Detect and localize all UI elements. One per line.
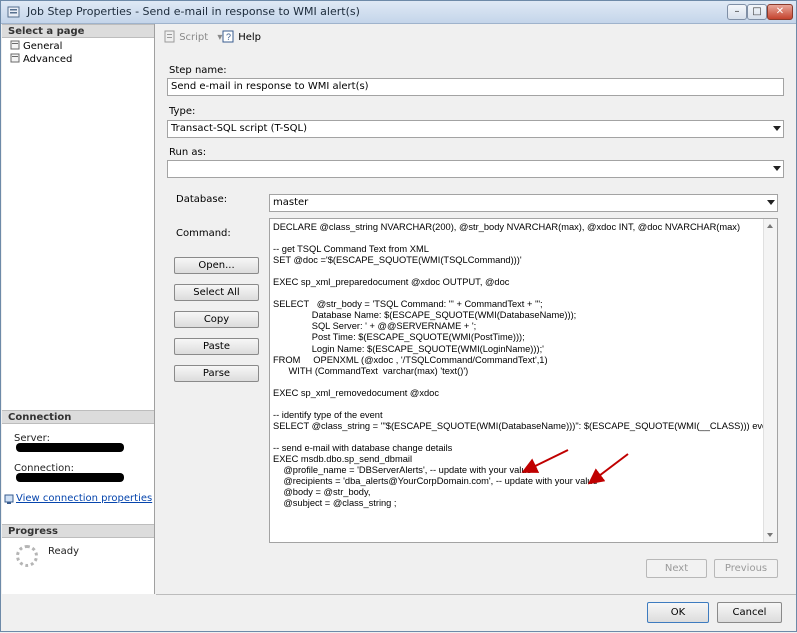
type-label: Type: — [169, 106, 196, 117]
scroll-up-icon[interactable] — [767, 224, 773, 228]
title-bar: Job Step Properties - Send e-mail in res… — [1, 1, 796, 24]
page-general-label: General — [23, 41, 63, 52]
progress-header: Progress — [2, 524, 154, 538]
type-select[interactable]: Transact-SQL script (T-SQL) — [167, 120, 784, 138]
page-advanced-label: Advanced — [23, 54, 73, 65]
database-select[interactable]: master — [269, 194, 778, 212]
progress-spinner-icon — [16, 545, 38, 567]
view-connection-properties-link[interactable]: View connection properties — [16, 493, 152, 504]
command-text[interactable]: DECLARE @class_string NVARCHAR(200), @st… — [270, 219, 777, 509]
paste-button[interactable]: Paste — [174, 338, 259, 355]
connection-value-redacted — [16, 473, 124, 482]
page-advanced[interactable]: Advanced — [10, 53, 72, 66]
maximize-button[interactable]: □ — [747, 4, 767, 20]
help-button[interactable]: ? Help — [222, 30, 261, 43]
close-button[interactable]: ✕ — [767, 4, 793, 20]
progress-status: Ready — [48, 546, 80, 557]
copy-button[interactable]: Copy — [174, 311, 259, 328]
step-name-input[interactable]: Send e-mail in response to WMI alert(s) — [167, 78, 784, 96]
chevron-down-icon — [773, 166, 781, 171]
database-select-value: master — [273, 197, 309, 208]
chevron-down-icon — [773, 126, 781, 131]
page-icon — [10, 53, 20, 63]
command-label: Command: — [176, 228, 231, 239]
help-icon: ? — [222, 30, 234, 43]
minimize-button[interactable]: – — [727, 4, 747, 20]
run-as-select[interactable] — [167, 160, 784, 178]
left-pane: Select a page General Advanced Connectio… — [2, 24, 155, 594]
svg-text:?: ? — [226, 32, 231, 42]
help-label: Help — [238, 32, 261, 43]
toolbar: Script ▾ ? Help — [155, 24, 796, 50]
chevron-down-icon — [767, 200, 775, 205]
previous-button[interactable]: Previous — [714, 559, 778, 578]
command-scrollbar[interactable] — [763, 219, 777, 542]
select-page-header: Select a page — [2, 24, 154, 38]
ok-button[interactable]: OK — [647, 602, 709, 623]
page-icon — [10, 40, 20, 50]
connection-properties-icon — [4, 494, 14, 504]
parse-button[interactable]: Parse — [174, 365, 259, 382]
select-all-button[interactable]: Select All — [174, 284, 259, 301]
scroll-down-icon[interactable] — [767, 533, 773, 537]
job-step-properties-window: Job Step Properties - Send e-mail in res… — [0, 0, 797, 632]
script-button[interactable]: Script ▾ — [163, 30, 222, 43]
job-step-icon — [7, 6, 20, 18]
page-general[interactable]: General — [10, 40, 62, 53]
window-title: Job Step Properties - Send e-mail in res… — [27, 5, 360, 18]
footer-divider — [156, 594, 796, 595]
open-button[interactable]: Open... — [174, 257, 259, 274]
script-icon — [164, 30, 175, 43]
type-select-value: Transact-SQL script (T-SQL) — [171, 123, 307, 134]
connection-header: Connection — [2, 410, 154, 424]
command-editor[interactable]: DECLARE @class_string NVARCHAR(200), @st… — [269, 218, 778, 543]
script-label: Script — [179, 32, 209, 43]
run-as-label: Run as: — [169, 147, 207, 158]
database-label: Database: — [176, 194, 228, 205]
next-button[interactable]: Next — [646, 559, 707, 578]
step-name-label: Step name: — [169, 65, 227, 76]
cancel-button[interactable]: Cancel — [717, 602, 782, 623]
server-value-redacted — [16, 443, 124, 452]
